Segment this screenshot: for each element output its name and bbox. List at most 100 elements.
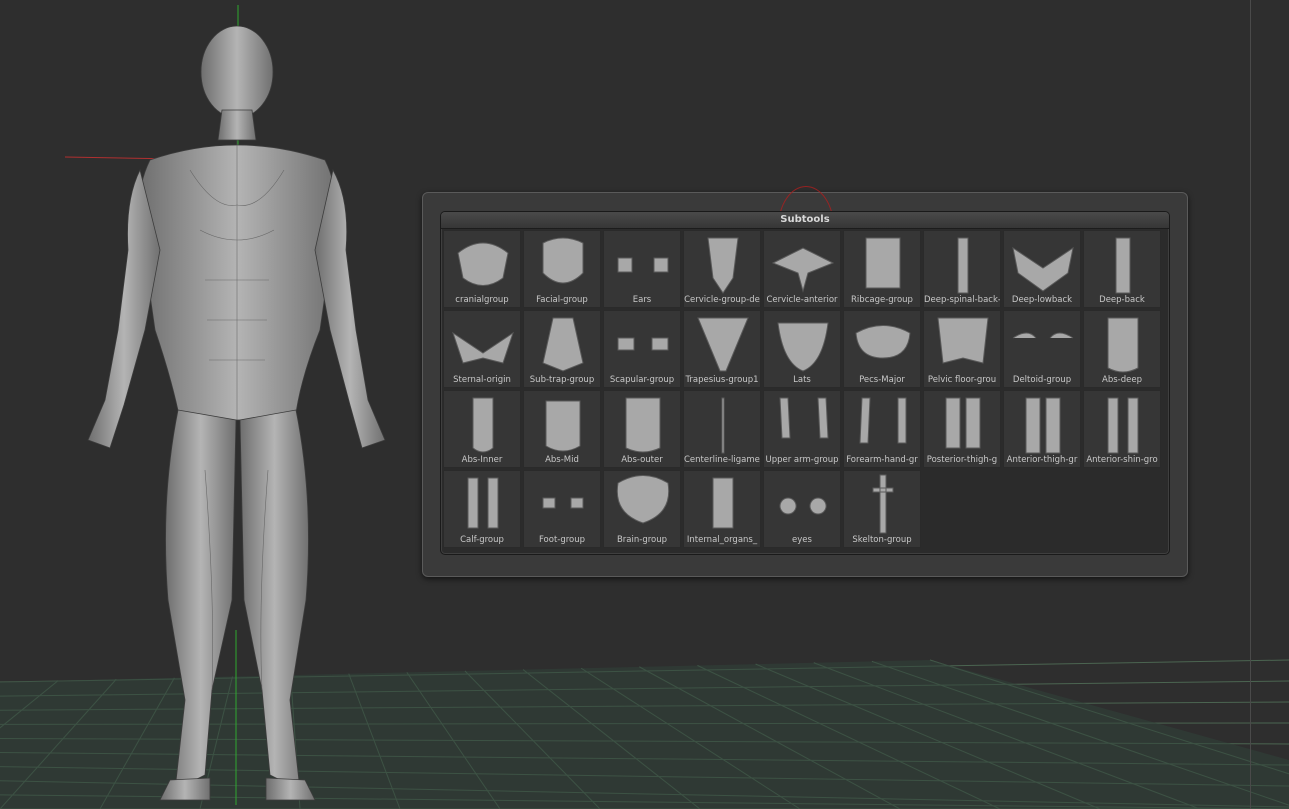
subtool-label: Abs-outer xyxy=(621,455,663,465)
subtool-tile[interactable]: Anterior-shin-gro xyxy=(1083,390,1161,468)
subtool-tile[interactable]: Trapesius-group1 xyxy=(683,310,761,388)
subtool-tile[interactable]: Abs-outer xyxy=(603,390,681,468)
subtool-tile[interactable]: Abs-Mid xyxy=(523,390,601,468)
posterior-thigh-thumbnail xyxy=(945,397,981,449)
subtool-tile[interactable]: Anterior-thigh-gr xyxy=(1003,390,1081,468)
forearm-hand-thumbnail xyxy=(859,397,907,444)
subtool-label: Internal_organs_ xyxy=(686,535,758,545)
spinal-muscles-thumbnail xyxy=(957,237,969,294)
subtool-label: Ribcage-group xyxy=(851,295,913,305)
subtool-tile[interactable]: Internal_organs_ xyxy=(683,470,761,548)
subtool-tile[interactable]: Pecs-Major xyxy=(843,310,921,388)
subtool-tile[interactable]: Sub-trap-group xyxy=(523,310,601,388)
ears-thumbnail xyxy=(617,257,669,273)
subtool-tile[interactable]: Deltoid-group xyxy=(1003,310,1081,388)
subtool-tile[interactable]: Foot-group xyxy=(523,470,601,548)
abs-deep-thumbnail xyxy=(1107,317,1139,373)
subtool-label: Cervicle-anterior xyxy=(766,295,838,305)
subtool-tile[interactable]: Sternal-origin xyxy=(443,310,521,388)
subtool-label: Pelvic floor-grou xyxy=(927,375,997,385)
subtool-tile[interactable]: Lats xyxy=(763,310,841,388)
subtool-label: Ears xyxy=(632,295,652,305)
brain-thumbnail xyxy=(616,475,670,524)
anterior-shin-thumbnail xyxy=(1107,397,1139,454)
subtool-label: cranialgroup xyxy=(455,295,509,305)
subtool-tile[interactable]: Brain-group xyxy=(603,470,681,548)
subtool-label: Lats xyxy=(793,375,811,385)
subtool-tile[interactable]: Deep-back xyxy=(1083,230,1161,308)
subtool-tile[interactable]: Ribcage-group xyxy=(843,230,921,308)
eyes-thumbnail xyxy=(779,497,827,515)
subtool-label: Forearm-hand-gr xyxy=(846,455,918,465)
subtool-label: Posterior-thigh-g xyxy=(926,455,998,465)
subtool-label: Deep-back xyxy=(1099,295,1145,305)
subtool-tile[interactable]: Centerline-ligamen xyxy=(683,390,761,468)
ribcage-thumbnail xyxy=(865,237,901,289)
subtool-tile[interactable]: Upper arm-group xyxy=(763,390,841,468)
subtool-label: Abs-Mid xyxy=(545,455,579,465)
trapezius-thumbnail xyxy=(697,317,749,372)
subtool-tile[interactable]: Deep-spinal-back- xyxy=(923,230,1001,308)
subtool-label: Brain-group xyxy=(616,535,668,545)
subtool-label: Facial-group xyxy=(536,295,588,305)
deltoid-thumbnail xyxy=(1012,332,1074,339)
subtool-label: Deltoid-group xyxy=(1012,375,1072,385)
subtool-label: Scapular-group xyxy=(609,375,675,385)
anterior-thigh-thumbnail xyxy=(1025,397,1061,454)
subtool-tile[interactable]: Abs-Inner xyxy=(443,390,521,468)
lats-thumbnail xyxy=(777,322,829,372)
subtool-label: Calf-group xyxy=(460,535,504,545)
subtool-tile[interactable]: Scapular-group xyxy=(603,310,681,388)
pelvic-floor-thumbnail xyxy=(937,317,989,364)
subtool-label: Sub-trap-group xyxy=(529,375,595,385)
abs-mid-thumbnail xyxy=(545,400,581,452)
calf-thumbnail xyxy=(467,477,499,529)
subtool-label: Anterior-thigh-gr xyxy=(1006,455,1078,465)
subtool-label: Deep-spinal-back- xyxy=(924,295,1000,305)
subtool-label: Abs-Inner xyxy=(461,455,503,465)
viewport-divider xyxy=(1250,0,1251,809)
subtool-panel: Subtools cranialgroup Facial-group Ears Cer… xyxy=(440,211,1170,555)
skull-cap-thumbnail xyxy=(457,242,509,286)
centerline-ligament-thumbnail xyxy=(721,397,725,454)
sternal-thumbnail xyxy=(452,331,514,364)
abs-inner-thumbnail xyxy=(472,397,494,453)
deep-back-thumbnail xyxy=(1115,237,1131,294)
subtool-label: Cervicle-group-de xyxy=(684,295,760,305)
sub-trap-thumbnail xyxy=(542,317,584,372)
subtool-label: Sternal-origin xyxy=(453,375,511,385)
subtool-tile[interactable]: Posterior-thigh-g xyxy=(923,390,1001,468)
cervical-anterior-thumbnail xyxy=(771,247,835,293)
subtool-label: Pecs-Major xyxy=(859,375,905,385)
subtool-tile[interactable]: Deep-lowback xyxy=(1003,230,1081,308)
subtool-label: Abs-deep xyxy=(1102,375,1142,385)
subtool-tile[interactable]: Calf-group xyxy=(443,470,521,548)
subtool-tile[interactable]: Skelton-group xyxy=(843,470,921,548)
cervical-muscles-thumbnail xyxy=(707,237,739,294)
subtool-label: Centerline-ligamen xyxy=(684,455,760,465)
subtool-tile[interactable]: Pelvic floor-grou xyxy=(923,310,1001,388)
subtool-label: eyes xyxy=(792,535,812,545)
subtool-label: Deep-lowback xyxy=(1011,295,1073,305)
subtool-tile[interactable]: eyes xyxy=(763,470,841,548)
subtool-tile[interactable]: Facial-group xyxy=(523,230,601,308)
subtool-tile[interactable]: cranialgroup xyxy=(443,230,521,308)
subtool-tile[interactable]: Ears xyxy=(603,230,681,308)
subtool-label: Foot-group xyxy=(538,535,586,545)
subtool-tile[interactable]: Cervicle-group-de xyxy=(683,230,761,308)
subtool-tile[interactable]: Cervicle-anterior xyxy=(763,230,841,308)
internal-organs-thumbnail xyxy=(712,477,734,529)
subtool-label: Anterior-shin-gro xyxy=(1086,455,1158,465)
skeleton-thumbnail xyxy=(872,474,894,534)
subtool-label: Upper arm-group xyxy=(765,455,839,465)
lowback-thumbnail xyxy=(1012,246,1074,292)
face-muscle-thumbnail xyxy=(542,237,584,284)
abs-outer-thumbnail xyxy=(625,397,661,453)
subtool-grid: cranialgroup Facial-group Ears Cervicle-gro… xyxy=(443,230,1161,548)
upper-arm-thumbnail xyxy=(779,397,829,439)
subtool-panel-title: Subtools xyxy=(441,212,1169,229)
subtool-tile[interactable]: Forearm-hand-gr xyxy=(843,390,921,468)
subtool-tile[interactable]: Abs-deep xyxy=(1083,310,1161,388)
pecs-thumbnail xyxy=(855,325,911,359)
foot-thumbnail xyxy=(542,497,584,509)
